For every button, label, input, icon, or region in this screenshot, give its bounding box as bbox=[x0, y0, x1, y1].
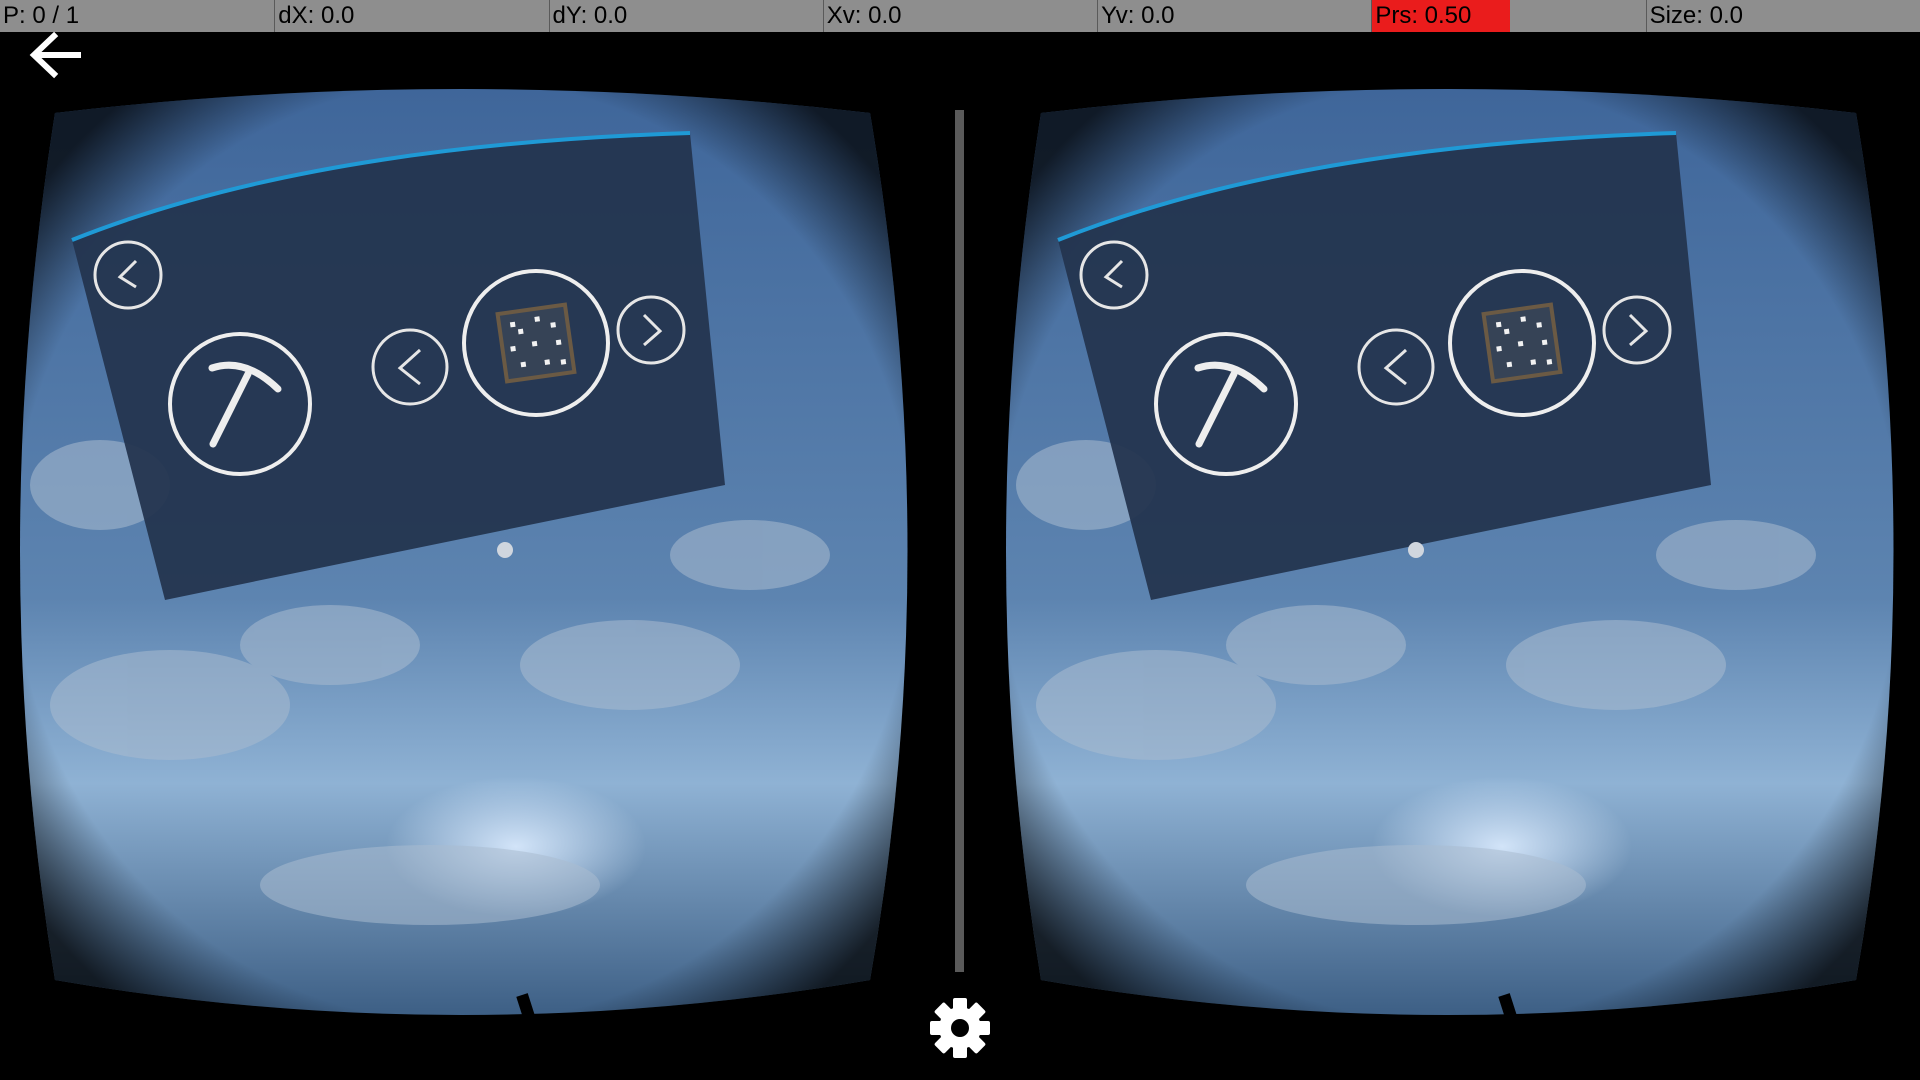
gaze-reticle bbox=[1408, 542, 1424, 558]
debug-prs: Prs: 0.50 bbox=[1371, 0, 1645, 32]
debug-xv: Xv: 0.0 bbox=[822, 0, 1097, 32]
eye-divider bbox=[955, 110, 964, 972]
block-icon bbox=[495, 302, 577, 384]
debug-dx: dX: 0.0 bbox=[274, 0, 548, 32]
debug-yv: Yv: 0.0 bbox=[1097, 0, 1371, 32]
debug-p: P: 0 / 1 bbox=[3, 2, 80, 29]
arrow-left-icon bbox=[29, 31, 81, 79]
back-button[interactable] bbox=[28, 30, 84, 80]
right-eye-view bbox=[996, 85, 1901, 1020]
block-icon bbox=[1481, 302, 1563, 384]
debug-size: Size: 0.0 bbox=[1645, 0, 1920, 32]
gear-icon bbox=[930, 998, 990, 1058]
debug-bar: P: 0 / 1 dX: 0.0 dY: 0.0 Xv: 0.0 Yv: 0.0… bbox=[0, 0, 1920, 32]
gaze-reticle bbox=[497, 542, 513, 558]
debug-dy: dY: 0.0 bbox=[548, 0, 823, 32]
left-eye-view bbox=[10, 85, 915, 1020]
settings-button[interactable] bbox=[926, 994, 994, 1062]
